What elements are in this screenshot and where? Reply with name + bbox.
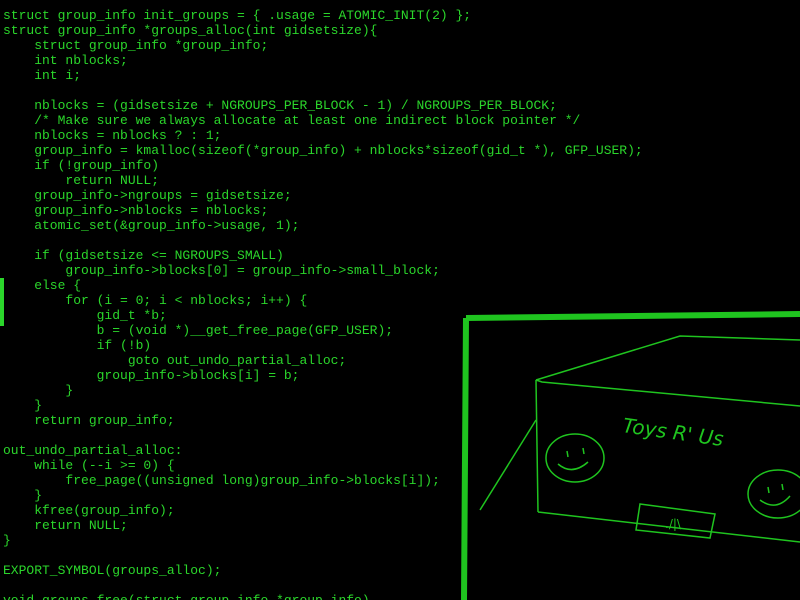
code-line: if (!group_info) — [3, 158, 160, 173]
code-line: struct group_info init_groups = { .usage… — [3, 8, 472, 23]
code-line: nblocks = (gidsetsize + NGROUPS_PER_BLOC… — [3, 98, 557, 113]
code-line: group_info->nblocks = nblocks; — [3, 203, 269, 218]
terminal-window[interactable]: struct group_info init_groups = { .usage… — [0, 0, 800, 600]
box-back-edge — [479, 419, 537, 511]
slot-label: ./|\ — [665, 517, 682, 531]
code-line: if (gidsetsize <= NGROUPS_SMALL) — [3, 248, 284, 263]
code-line: /* Make sure we always allocate at least… — [3, 113, 581, 128]
code-line: int i; — [3, 68, 82, 83]
box-front-left-edge — [535, 379, 539, 513]
box-front-top-edge — [535, 379, 800, 407]
code-line: group_info = kmalloc(sizeof(*group_info)… — [3, 143, 643, 158]
code-line: int nblocks; — [3, 53, 128, 68]
code-line: for (i = 0; i < nblocks; i++) { — [3, 293, 308, 308]
code-line: struct group_info *groups_alloc(int gids… — [3, 23, 378, 38]
sketch-frame — [461, 311, 800, 600]
code-line: else { — [3, 278, 82, 293]
code-line: group_info->blocks[0] = group_info->smal… — [3, 263, 440, 278]
code-line: nblocks = nblocks ? : 1; — [3, 128, 222, 143]
code-line: atomic_set(&group_info->usage, 1); — [3, 218, 300, 233]
code-line: struct group_info *group_info; — [3, 38, 269, 53]
smiley-face-icon — [747, 469, 800, 519]
smiley-face-icon — [545, 433, 605, 483]
sketch-overlay: ./|\ Toys R' Us — [460, 310, 800, 600]
box-label: Toys R' Us — [621, 413, 725, 451]
code-line: group_info->ngroups = gidsetsize; — [3, 188, 292, 203]
code-line: return NULL; — [3, 173, 160, 188]
box-top-edge — [535, 335, 800, 381]
toy-box-sketch: ./|\ Toys R' Us — [461, 311, 800, 600]
